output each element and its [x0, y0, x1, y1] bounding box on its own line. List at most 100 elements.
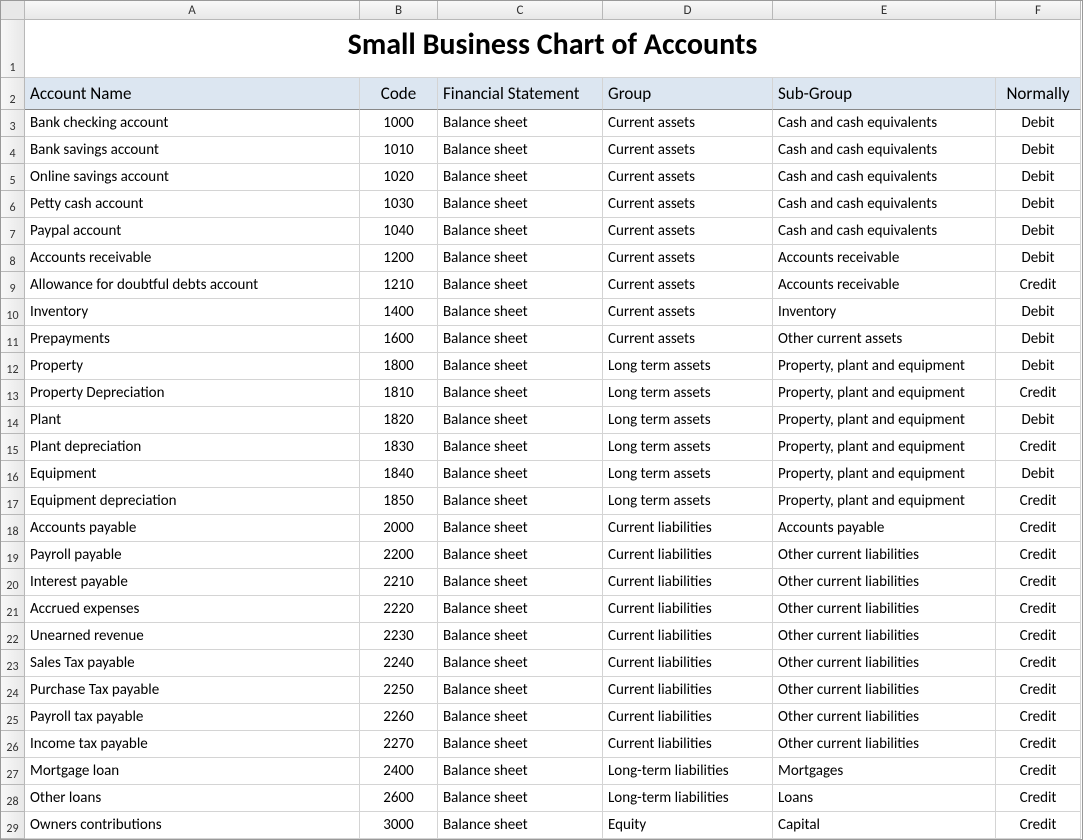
- row-header[interactable]: 27: [1, 758, 25, 785]
- cell-sub-group[interactable]: Capital: [773, 812, 996, 839]
- cell-sub-group[interactable]: Accounts receivable: [773, 272, 996, 299]
- row-header[interactable]: 7: [1, 218, 25, 245]
- cell-account-name[interactable]: Payroll payable: [25, 542, 360, 569]
- cell-financial-statement[interactable]: Balance sheet: [438, 434, 603, 461]
- cell-group[interactable]: Current assets: [603, 272, 773, 299]
- column-header[interactable]: E: [773, 1, 996, 20]
- cell-code[interactable]: 2210: [360, 569, 438, 596]
- cell-sub-group[interactable]: Other current liabilities: [773, 569, 996, 596]
- cell-code[interactable]: 1840: [360, 461, 438, 488]
- table-column-header[interactable]: Normally: [996, 78, 1081, 110]
- row-header[interactable]: 13: [1, 380, 25, 407]
- cell-normally[interactable]: Credit: [996, 758, 1081, 785]
- cell-account-name[interactable]: Unearned revenue: [25, 623, 360, 650]
- row-header[interactable]: 18: [1, 515, 25, 542]
- cell-group[interactable]: Current liabilities: [603, 515, 773, 542]
- cell-account-name[interactable]: Prepayments: [25, 326, 360, 353]
- cell-normally[interactable]: Credit: [996, 488, 1081, 515]
- cell-code[interactable]: 2220: [360, 596, 438, 623]
- cell-normally[interactable]: Debit: [996, 164, 1081, 191]
- cell-sub-group[interactable]: Other current liabilities: [773, 650, 996, 677]
- cell-code[interactable]: 2270: [360, 731, 438, 758]
- cell-normally[interactable]: Debit: [996, 191, 1081, 218]
- cell-group[interactable]: Current liabilities: [603, 623, 773, 650]
- cell-sub-group[interactable]: Other current liabilities: [773, 731, 996, 758]
- cell-account-name[interactable]: Allowance for doubtful debts account: [25, 272, 360, 299]
- cell-account-name[interactable]: Online savings account: [25, 164, 360, 191]
- cell-code[interactable]: 2250: [360, 677, 438, 704]
- cell-financial-statement[interactable]: Balance sheet: [438, 488, 603, 515]
- cell-account-name[interactable]: Sales Tax payable: [25, 650, 360, 677]
- cell-normally[interactable]: Credit: [996, 272, 1081, 299]
- cell-group[interactable]: Equity: [603, 812, 773, 839]
- cell-sub-group[interactable]: Other current liabilities: [773, 596, 996, 623]
- cell-financial-statement[interactable]: Balance sheet: [438, 731, 603, 758]
- cell-code[interactable]: 1600: [360, 326, 438, 353]
- cell-financial-statement[interactable]: Balance sheet: [438, 164, 603, 191]
- cell-account-name[interactable]: Plant depreciation: [25, 434, 360, 461]
- cell-account-name[interactable]: Accrued expenses: [25, 596, 360, 623]
- column-header[interactable]: F: [996, 1, 1081, 20]
- cell-account-name[interactable]: Accounts receivable: [25, 245, 360, 272]
- table-column-header[interactable]: Financial Statement: [438, 78, 603, 110]
- cell-normally[interactable]: Credit: [996, 542, 1081, 569]
- cell-code[interactable]: 1400: [360, 299, 438, 326]
- cell-account-name[interactable]: Interest payable: [25, 569, 360, 596]
- row-header[interactable]: 23: [1, 650, 25, 677]
- cell-normally[interactable]: Credit: [996, 650, 1081, 677]
- cell-sub-group[interactable]: Property, plant and equipment: [773, 488, 996, 515]
- cell-account-name[interactable]: Inventory: [25, 299, 360, 326]
- cell-normally[interactable]: Credit: [996, 677, 1081, 704]
- cell-code[interactable]: 2240: [360, 650, 438, 677]
- cell-account-name[interactable]: Bank savings account: [25, 137, 360, 164]
- cell-financial-statement[interactable]: Balance sheet: [438, 110, 603, 137]
- cell-account-name[interactable]: Mortgage loan: [25, 758, 360, 785]
- cell-account-name[interactable]: Purchase Tax payable: [25, 677, 360, 704]
- cell-financial-statement[interactable]: Balance sheet: [438, 218, 603, 245]
- row-header[interactable]: 4: [1, 137, 25, 164]
- cell-normally[interactable]: Credit: [996, 785, 1081, 812]
- cell-group[interactable]: Current liabilities: [603, 596, 773, 623]
- cell-group[interactable]: Current assets: [603, 245, 773, 272]
- cell-financial-statement[interactable]: Balance sheet: [438, 137, 603, 164]
- cell-group[interactable]: Current liabilities: [603, 542, 773, 569]
- cell-code[interactable]: 3000: [360, 812, 438, 839]
- cell-code[interactable]: 1830: [360, 434, 438, 461]
- cell-sub-group[interactable]: Cash and cash equivalents: [773, 110, 996, 137]
- cell-group[interactable]: Current assets: [603, 110, 773, 137]
- cell-financial-statement[interactable]: Balance sheet: [438, 812, 603, 839]
- cell-normally[interactable]: Credit: [996, 596, 1081, 623]
- column-header[interactable]: C: [438, 1, 603, 20]
- cell-code[interactable]: 2200: [360, 542, 438, 569]
- row-header[interactable]: 10: [1, 299, 25, 326]
- cell-sub-group[interactable]: Property, plant and equipment: [773, 461, 996, 488]
- cell-sub-group[interactable]: Other current liabilities: [773, 542, 996, 569]
- cell-account-name[interactable]: Bank checking account: [25, 110, 360, 137]
- row-header[interactable]: 25: [1, 704, 25, 731]
- row-header[interactable]: 29: [1, 812, 25, 839]
- row-header[interactable]: 26: [1, 731, 25, 758]
- cell-sub-group[interactable]: Cash and cash equivalents: [773, 218, 996, 245]
- cell-code[interactable]: 1040: [360, 218, 438, 245]
- cell-normally[interactable]: Debit: [996, 137, 1081, 164]
- cell-group[interactable]: Current assets: [603, 326, 773, 353]
- row-header[interactable]: 17: [1, 488, 25, 515]
- cell-financial-statement[interactable]: Balance sheet: [438, 326, 603, 353]
- cell-sub-group[interactable]: Inventory: [773, 299, 996, 326]
- row-header[interactable]: 8: [1, 245, 25, 272]
- spreadsheet-grid[interactable]: ABCDEF1Small Business Chart of Accounts2…: [0, 0, 1083, 840]
- row-header[interactable]: 3: [1, 110, 25, 137]
- cell-group[interactable]: Long-term liabilities: [603, 758, 773, 785]
- cell-normally[interactable]: Credit: [996, 515, 1081, 542]
- cell-group[interactable]: Current assets: [603, 137, 773, 164]
- cell-group[interactable]: Current liabilities: [603, 677, 773, 704]
- table-column-header[interactable]: Sub-Group: [773, 78, 996, 110]
- cell-financial-statement[interactable]: Balance sheet: [438, 299, 603, 326]
- cell-normally[interactable]: Credit: [996, 380, 1081, 407]
- cell-normally[interactable]: Debit: [996, 461, 1081, 488]
- cell-account-name[interactable]: Owners contributions: [25, 812, 360, 839]
- cell-normally[interactable]: Debit: [996, 353, 1081, 380]
- cell-group[interactable]: Current assets: [603, 299, 773, 326]
- cell-sub-group[interactable]: Other current liabilities: [773, 704, 996, 731]
- cell-sub-group[interactable]: Loans: [773, 785, 996, 812]
